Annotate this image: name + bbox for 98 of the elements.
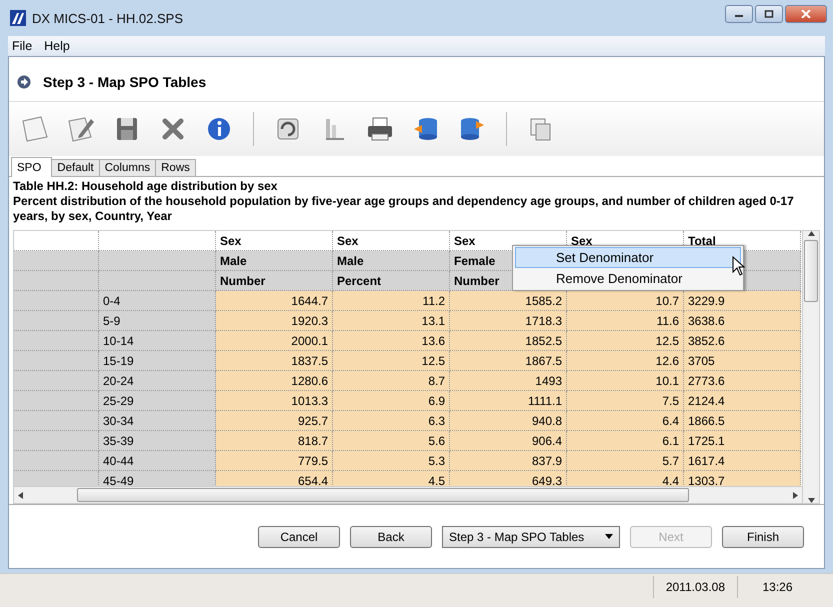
status-time: 13:26 [737,576,817,598]
maximize-icon [764,10,774,18]
table-cell: 3229.9 [684,291,801,311]
left-arrow-icon [18,492,23,498]
column-header: Number [216,271,333,291]
table-cell: 5.6 [333,431,450,451]
column-header: Percent [333,271,450,291]
wizard-button[interactable]: Finish [722,526,804,548]
column-header: Sex [333,231,450,251]
column-header: Male [216,251,333,271]
table-cell: 1866.5 [684,411,801,431]
scroll-thumb[interactable] [77,488,689,502]
column-header: Sex [216,231,333,251]
table-cell: 1013.3 [216,391,333,411]
status-date: 2011.03.08 [652,576,737,598]
tab[interactable]: Rows [155,159,196,176]
table-cell: 12.5 [333,351,450,371]
table-cell: 649.3 [450,471,567,486]
row-label: 35-39 [99,431,216,451]
table-cell: 906.4 [450,431,567,451]
table-cell: 6.3 [333,411,450,431]
caret-icon [605,534,613,539]
row-label: 0-4 [99,291,216,311]
row-label: 25-29 [99,391,216,411]
table-cell: 4.4 [567,471,684,486]
row-label: 30-34 [99,411,216,431]
table-cell: 3638.6 [684,311,801,331]
up-arrow-icon [808,231,814,236]
table-cell: 1280.6 [216,371,333,391]
table-title: Table HH.2: Household age distribution by sex [13,179,278,194]
tab[interactable]: SPO [11,157,52,177]
table-cell: 10.7 [567,291,684,311]
tab[interactable]: Columns [98,159,156,176]
table-cell: 5.3 [333,451,450,471]
row-label: 40-44 [99,451,216,471]
table-cell: 940.8 [450,411,567,431]
table-cell: 13.6 [333,331,450,351]
table-cell: 654.4 [216,471,333,486]
table-cell: 837.9 [450,451,567,471]
table-cell: 13.1 [333,311,450,331]
table-cell: 4.5 [333,471,450,486]
menu-item[interactable]: File [12,39,32,53]
table-cell: 1920.3 [216,311,333,331]
table-cell: 10.1 [567,371,684,391]
table-cell: 2124.4 [684,391,801,411]
table-cell: 6.9 [333,391,450,411]
table-cell: 1617.4 [684,451,801,471]
column-header: Male [333,251,450,271]
app-icon [10,10,26,26]
horizontal-scrollbar[interactable] [14,486,802,503]
menu-item[interactable]: Help [44,39,70,53]
table-cell: 925.7 [216,411,333,431]
table-cell: 12.5 [567,331,684,351]
table-cell: 2000.1 [216,331,333,351]
table-cell: 779.5 [216,451,333,471]
menu-item[interactable]: Set Denominator [515,247,741,268]
tab[interactable]: Default [51,159,100,176]
table-cell: 1867.5 [450,351,567,371]
table-cell: 1725.1 [684,431,801,451]
table-cell: 1493 [450,371,567,391]
row-label: 5-9 [99,311,216,331]
table-cell: 1644.7 [216,291,333,311]
wizard-button[interactable]: Cancel [258,526,340,548]
row-label: 15-19 [99,351,216,371]
down-arrow-icon [808,498,814,503]
table-cell: 6.4 [567,411,684,431]
table-cell: 1718.3 [450,311,567,331]
right-arrow-icon [793,492,798,498]
table-cell: 11.2 [333,291,450,311]
step-dropdown[interactable]: Step 3 - Map SPO Tables [442,526,620,548]
row-label: 10-14 [99,331,216,351]
close-icon [801,10,811,18]
table-description: Percent distribution of the household population by five-year age groups and dependency age groups, and number of children aged 0-17 years, by sex, Country, Year [13,194,795,224]
table-cell: 1852.5 [450,331,567,351]
table-cell: 1585.2 [450,291,567,311]
table-cell: 12.6 [567,351,684,371]
table-cell: 6.1 [567,431,684,451]
close-button[interactable] [785,5,827,23]
table-cell: 3852.6 [684,331,801,351]
wizard-button[interactable]: Back [350,526,432,548]
table-cell: 818.7 [216,431,333,451]
maximize-button[interactable] [755,5,783,23]
table-cell: 8.7 [333,371,450,391]
table-cell: 7.5 [567,391,684,411]
table-cell: 1837.5 [216,351,333,371]
table-cell: 1111.1 [450,391,567,411]
table-cell: 5.7 [567,451,684,471]
minimize-button[interactable] [725,5,753,23]
table-cell: 11.6 [567,311,684,331]
table-cell: 1303.7 [684,471,801,486]
vertical-scrollbar[interactable] [802,231,819,503]
row-label: 20-24 [99,371,216,391]
scroll-thumb[interactable] [804,240,818,302]
window-title: DX MICS-01 - HH.02.SPS [32,10,183,26]
table-cell: 2773.6 [684,371,801,391]
row-label: 45-49 [99,471,216,486]
table-cell: 3705 [684,351,801,371]
step-title: Step 3 - Map SPO Tables [43,74,206,90]
